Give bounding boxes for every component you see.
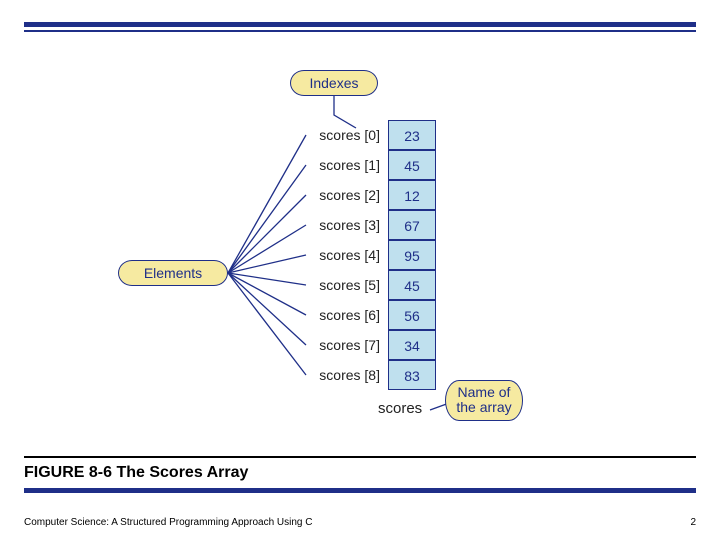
index-label: scores [0] [308, 127, 380, 143]
figure-title: The Scores Array [116, 464, 248, 481]
array-cell: 83 [388, 360, 436, 390]
array-cell: 12 [388, 180, 436, 210]
footer-book-title: Computer Science: A Structured Programmi… [24, 517, 312, 528]
callout-indexes-label: Indexes [309, 75, 358, 91]
array-cell: 23 [388, 120, 436, 150]
array-name-label: scores [378, 400, 422, 417]
index-label: scores [3] [308, 217, 380, 233]
figure-number: FIGURE 8-6 [24, 464, 112, 481]
array-cell: 56 [388, 300, 436, 330]
callout-elements-label: Elements [144, 265, 202, 281]
caption-bar: FIGURE 8-6 The Scores Array [24, 456, 696, 493]
index-label: scores [5] [308, 277, 380, 293]
rule-caption-thick [24, 488, 696, 493]
callout-name-line1: Name of [458, 384, 511, 400]
array-cell: 95 [388, 240, 436, 270]
rule-top-thin [24, 30, 696, 32]
figure-caption: FIGURE 8-6 The Scores Array [24, 464, 696, 482]
index-label: scores [7] [308, 337, 380, 353]
array-cell: 45 [388, 270, 436, 300]
callout-indexes: Indexes [290, 70, 378, 96]
callout-name-line2: the array [456, 399, 511, 415]
diagram-area: Indexes Elements Name of the array score… [0, 60, 720, 460]
callout-array-name: Name of the array [445, 380, 523, 421]
rule-caption-thin [24, 456, 696, 458]
index-label: scores [8] [308, 367, 380, 383]
footer-page-number: 2 [690, 517, 696, 528]
array-cell: 45 [388, 150, 436, 180]
index-label: scores [2] [308, 187, 380, 203]
index-label: scores [1] [308, 157, 380, 173]
page-footer: Computer Science: A Structured Programmi… [24, 517, 696, 528]
array-cell: 67 [388, 210, 436, 240]
index-label: scores [6] [308, 307, 380, 323]
index-label: scores [4] [308, 247, 380, 263]
callout-elements: Elements [118, 260, 228, 286]
rule-top-thick [24, 22, 696, 27]
array-cell: 34 [388, 330, 436, 360]
